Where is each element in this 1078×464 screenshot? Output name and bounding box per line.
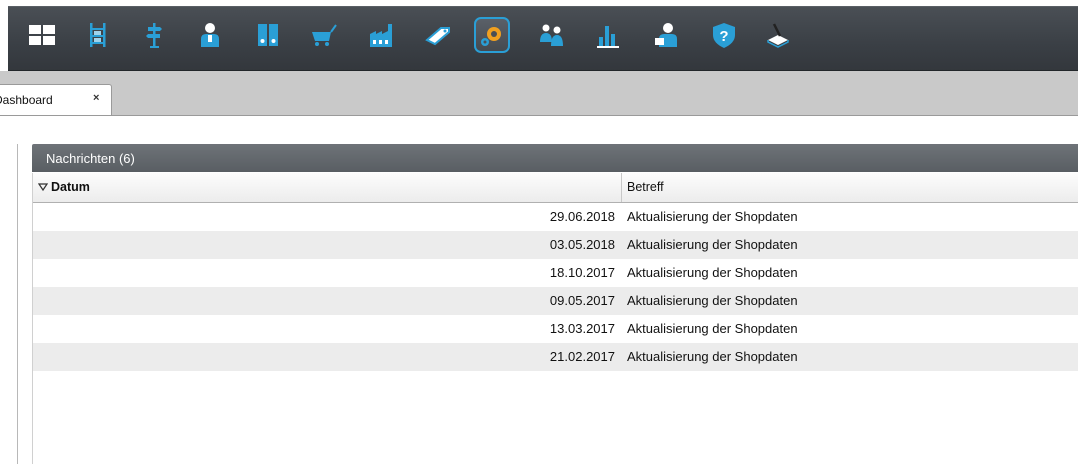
cell-betreff: Aktualisierung der Shopdaten <box>627 265 798 280</box>
panel-title: Nachrichten (6) <box>46 151 135 166</box>
cell-datum: 29.06.2018 <box>549 209 615 224</box>
help-shield-icon[interactable]: ? <box>706 17 742 53</box>
table-row[interactable]: 29.06.2018 Aktualisierung der Shopdaten <box>33 203 1078 231</box>
warehouse-shelf-icon[interactable] <box>80 17 116 53</box>
messages-grid: Datum Betreff 29.06.2018 Aktualisierung … <box>32 173 1078 464</box>
column-header-datum[interactable]: Datum <box>33 173 622 202</box>
table-row[interactable]: 21.02.2017 Aktualisierung der Shopdaten <box>33 343 1078 371</box>
cell-datum: 09.05.2017 <box>549 293 615 308</box>
tab-dashboard[interactable]: Dashboard × <box>0 84 112 115</box>
cell-datum: 18.10.2017 <box>549 265 615 280</box>
label-tag-icon[interactable] <box>420 17 456 53</box>
cell-betreff: Aktualisierung der Shopdaten <box>627 293 798 308</box>
dashboard-content: Nachrichten (6) Datum Betreff 29.06.2018… <box>0 116 1078 464</box>
table-row[interactable]: 03.05.2018 Aktualisierung der Shopdaten <box>33 231 1078 259</box>
cell-datum: 03.05.2018 <box>549 237 615 252</box>
table-row[interactable]: 09.05.2017 Aktualisierung der Shopdaten <box>33 287 1078 315</box>
svg-text:?: ? <box>719 28 728 45</box>
customer-person-icon[interactable] <box>192 17 228 53</box>
cell-betreff: Aktualisierung der Shopdaten <box>627 237 798 252</box>
dashboard-grid-icon[interactable] <box>24 17 60 53</box>
table-row[interactable]: 13.03.2017 Aktualisierung der Shopdaten <box>33 315 1078 343</box>
grid-header: Datum Betreff <box>33 173 1078 203</box>
cell-betreff: Aktualisierung der Shopdaten <box>627 349 798 364</box>
pen-plotter-icon[interactable] <box>760 17 796 53</box>
messages-panel: Nachrichten (6) Datum Betreff 29.06.2018… <box>17 144 1078 464</box>
column-header-betreff[interactable]: Betreff <box>622 173 1078 202</box>
panel-header: Nachrichten (6) <box>32 144 1078 172</box>
tab-close-button[interactable]: × <box>93 92 99 104</box>
cell-betreff: Aktualisierung der Shopdaten <box>627 321 798 336</box>
signpost-icon[interactable] <box>136 17 172 53</box>
tab-label: Dashboard <box>0 93 53 107</box>
sort-desc-icon <box>38 183 48 192</box>
settings-gears-icon[interactable] <box>474 17 510 53</box>
user-admin-icon[interactable] <box>648 17 684 53</box>
bar-chart-icon[interactable] <box>590 17 626 53</box>
factory-icon[interactable] <box>364 17 400 53</box>
column-label-betreff: Betreff <box>627 180 664 194</box>
cell-datum: 13.03.2017 <box>549 321 615 336</box>
shopping-cart-icon[interactable] <box>306 17 342 53</box>
binders-icon[interactable] <box>250 17 286 53</box>
cell-betreff: Aktualisierung der Shopdaten <box>627 209 798 224</box>
grid-rows: 29.06.2018 Aktualisierung der Shopdaten … <box>33 203 1078 371</box>
main-toolbar: ? <box>8 6 1078 71</box>
column-label-datum: Datum <box>51 180 90 194</box>
users-group-icon[interactable] <box>534 17 570 53</box>
table-row[interactable]: 18.10.2017 Aktualisierung der Shopdaten <box>33 259 1078 287</box>
cell-datum: 21.02.2017 <box>549 349 615 364</box>
tab-bar: Dashboard × <box>0 71 1078 116</box>
